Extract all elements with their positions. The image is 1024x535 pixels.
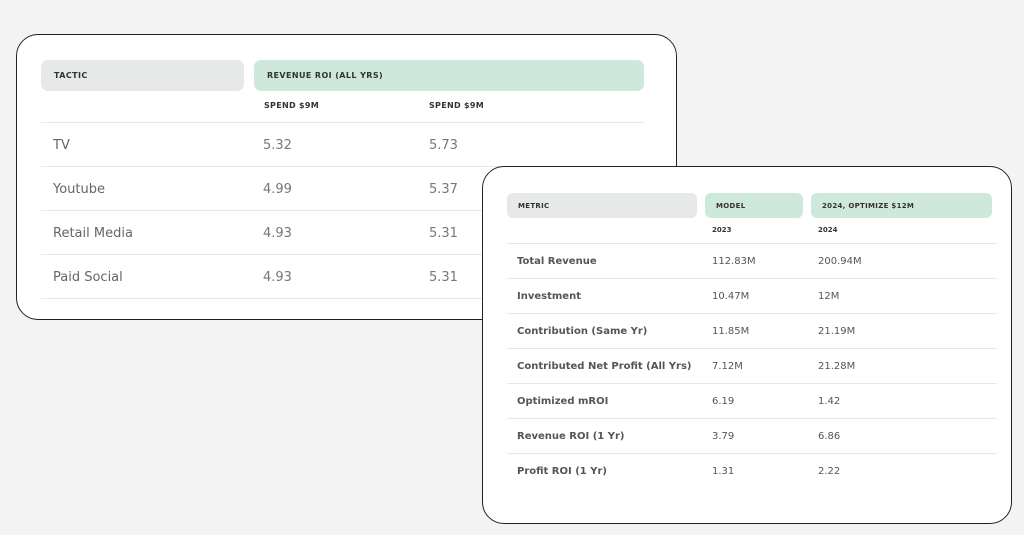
spend-subheader-2: SPEND $9M bbox=[429, 101, 485, 110]
metric-column-header: METRIC bbox=[507, 193, 697, 218]
metric-value: 6.19 bbox=[712, 396, 735, 407]
roi-value: 5.73 bbox=[429, 138, 458, 153]
table-row: Total Revenue 112.83M 200.94M bbox=[507, 243, 997, 278]
table-row: TV 5.32 5.73 bbox=[41, 122, 644, 166]
metric-value: 21.19M bbox=[818, 326, 856, 337]
metric-name: Contribution (Same Yr) bbox=[517, 326, 648, 337]
tactic-column-header: TACTIC bbox=[41, 60, 244, 91]
roi-value: 5.31 bbox=[429, 226, 458, 241]
metrics-table-card: METRIC MODEL 2024, OPTIMIZE $12M 2023 20… bbox=[482, 166, 1012, 524]
metric-name: Investment bbox=[517, 291, 581, 302]
year-subheader-2023: 2023 bbox=[712, 226, 732, 234]
metric-value: 1.42 bbox=[818, 396, 841, 407]
tactic-name: Paid Social bbox=[53, 270, 123, 285]
table-row: Revenue ROI (1 Yr) 3.79 6.86 bbox=[507, 418, 997, 453]
roi-value: 4.93 bbox=[263, 226, 292, 241]
roi-value: 4.99 bbox=[263, 182, 292, 197]
tactic-name: Retail Media bbox=[53, 226, 133, 241]
metric-name: Optimized mROI bbox=[517, 396, 609, 407]
roi-value: 5.32 bbox=[263, 138, 292, 153]
metric-value: 1.31 bbox=[712, 466, 735, 477]
metric-value: 200.94M bbox=[818, 256, 862, 267]
metric-value: 6.86 bbox=[818, 431, 841, 442]
tactic-name: TV bbox=[53, 138, 70, 153]
spend-subheader-1: SPEND $9M bbox=[264, 101, 320, 110]
metric-value: 112.83M bbox=[712, 256, 756, 267]
roi-value: 4.93 bbox=[263, 270, 292, 285]
roi-value: 5.37 bbox=[429, 182, 458, 197]
metric-value: 3.79 bbox=[712, 431, 735, 442]
revenue-roi-column-header: REVENUE ROI (ALL YRS) bbox=[254, 60, 644, 91]
table-row: Profit ROI (1 Yr) 1.31 2.22 bbox=[507, 453, 997, 488]
table-row: Contribution (Same Yr) 11.85M 21.19M bbox=[507, 313, 997, 348]
metric-value: 21.28M bbox=[818, 361, 856, 372]
table-row: Optimized mROI 6.19 1.42 bbox=[507, 383, 997, 418]
metric-value: 10.47M bbox=[712, 291, 750, 302]
table-row: Contributed Net Profit (All Yrs) 7.12M 2… bbox=[507, 348, 997, 383]
tactic-name: Youtube bbox=[53, 182, 105, 197]
metric-name: Revenue ROI (1 Yr) bbox=[517, 431, 625, 442]
metric-value: 11.85M bbox=[712, 326, 750, 337]
metric-value: 12M bbox=[818, 291, 840, 302]
model-column-header: MODEL bbox=[705, 193, 803, 218]
table-row: Investment 10.47M 12M bbox=[507, 278, 997, 313]
metric-value: 2.22 bbox=[818, 466, 841, 477]
metric-name: Total Revenue bbox=[517, 256, 597, 267]
metric-value: 7.12M bbox=[712, 361, 743, 372]
optimize-column-header: 2024, OPTIMIZE $12M bbox=[811, 193, 992, 218]
metric-name: Contributed Net Profit (All Yrs) bbox=[517, 361, 692, 372]
year-subheader-2024: 2024 bbox=[818, 226, 838, 234]
roi-value: 5.31 bbox=[429, 270, 458, 285]
metric-name: Profit ROI (1 Yr) bbox=[517, 466, 607, 477]
